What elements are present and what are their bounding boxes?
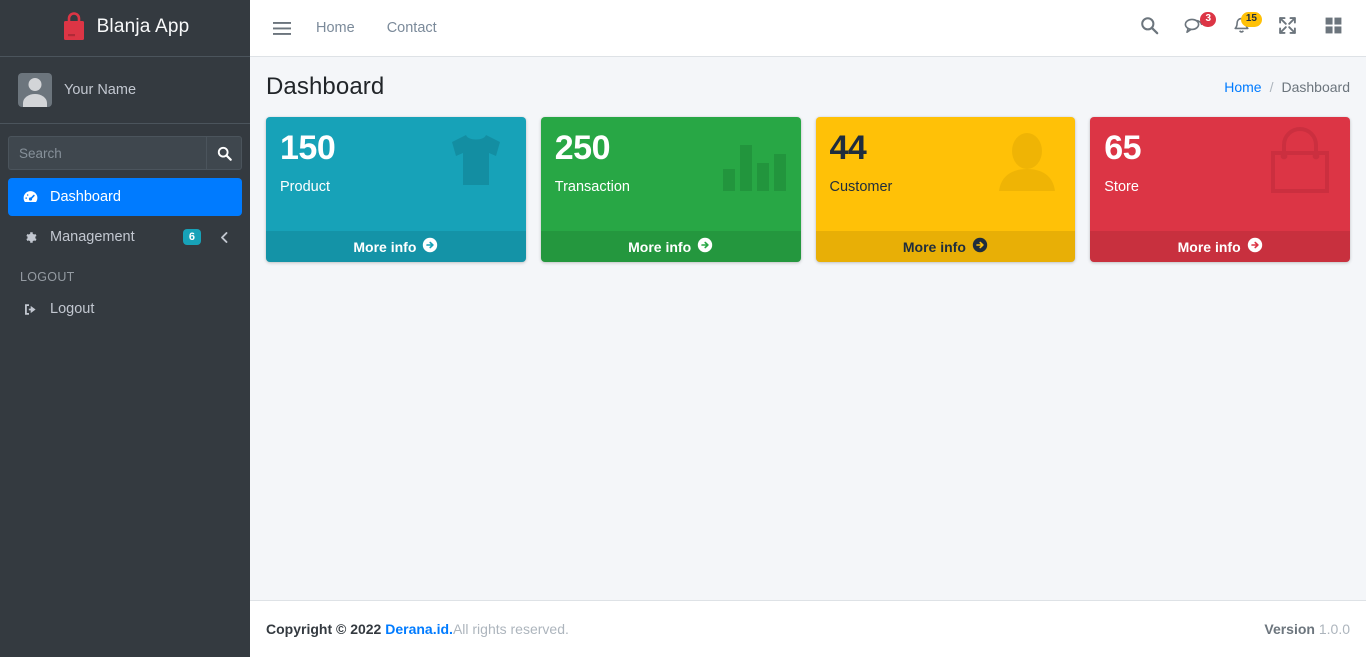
circle-arrow-right-icon: [422, 237, 438, 256]
stat-card-store[interactable]: 65 Store More info: [1090, 117, 1350, 262]
footer-rights-text: All rights reserved.: [452, 621, 569, 637]
search-icon: [1140, 16, 1159, 40]
stat-card-body: 150 Product: [266, 117, 526, 231]
footer-version-number: 1.0.0: [1318, 621, 1350, 637]
notifications-count-badge: 15: [1240, 12, 1262, 27]
shopping-bag-icon: [61, 12, 87, 42]
topbar: Home Contact 3 15: [250, 0, 1366, 57]
topbar-notifications-button[interactable]: 15: [1224, 10, 1262, 46]
brand-title: Blanja App: [96, 16, 190, 37]
circle-arrow-right-icon: [1247, 237, 1263, 256]
page-footer: Copyright © 2022 Derana.id.All rights re…: [250, 600, 1366, 657]
breadcrumb: Home / Dashboard: [1224, 79, 1350, 95]
user-panel[interactable]: Your Name: [0, 57, 250, 124]
footer-copyright: Copyright © 2022 Derana.id.All rights re…: [266, 621, 569, 637]
sign-out-icon: [20, 301, 40, 318]
grid-squares-icon: [1324, 16, 1343, 40]
messages-count-badge: 3: [1200, 12, 1216, 27]
stat-card-body: 250 Transaction: [541, 117, 801, 231]
topbar-control-sidebar-button[interactable]: [1316, 10, 1350, 46]
sidebar-item-management[interactable]: Management 6: [8, 218, 242, 256]
bar-chart-icon: [719, 127, 789, 202]
tachometer-icon: [20, 189, 40, 206]
shopping-bag-icon: [1262, 127, 1338, 202]
app-root: Blanja App Your Name Search Dashboard Ma…: [0, 0, 1366, 657]
footer-version-label: Version: [1264, 621, 1315, 637]
search-submit-button[interactable]: [206, 136, 242, 170]
hamburger-menu-icon[interactable]: [264, 10, 300, 46]
more-info-link[interactable]: More info: [266, 231, 526, 262]
breadcrumb-current: Dashboard: [1281, 79, 1351, 95]
topnav-link-home[interactable]: Home: [300, 20, 371, 36]
gear-icon: [20, 229, 40, 246]
more-info-link[interactable]: More info: [540, 231, 801, 262]
topbar-fullscreen-button[interactable]: [1270, 10, 1304, 46]
expand-arrows-icon: [1278, 16, 1297, 40]
more-info-label: More info: [628, 238, 692, 255]
chevron-left-icon[interactable]: [219, 231, 230, 244]
footer-company-link[interactable]: Derana.id.: [385, 621, 453, 637]
sidebar-item-logout[interactable]: Logout: [8, 290, 242, 328]
main-area: Home Contact 3 15 Dashboard Home / Dashb…: [250, 0, 1366, 657]
stat-card-body: 44 Customer: [816, 117, 1076, 231]
user-name: Your Name: [64, 82, 137, 98]
sidebar-item-label: Management: [50, 229, 135, 245]
more-info-label: More info: [1177, 238, 1241, 255]
content-header: Dashboard Home / Dashboard: [250, 57, 1366, 109]
stat-card-customer[interactable]: 44 Customer More info: [815, 117, 1076, 262]
tshirt-icon: [438, 127, 514, 202]
sidebar-item-label: Dashboard: [50, 189, 121, 205]
content-area: Dashboard Home / Dashboard 150 Product M…: [250, 57, 1366, 600]
stat-cards-row: 150 Product More info 250 Transaction Mo…: [250, 109, 1366, 262]
sidebar-nav: Dashboard Management 6 LOGOUT Logout: [0, 178, 250, 328]
sidebar-item-dashboard[interactable]: Dashboard: [8, 178, 242, 216]
search-input[interactable]: [8, 136, 206, 170]
sidebar-search[interactable]: [8, 136, 242, 170]
user-icon: [991, 127, 1063, 202]
more-info-link[interactable]: More info: [815, 231, 1076, 262]
status-badge: 6: [182, 228, 201, 246]
brand-header[interactable]: Blanja App: [0, 0, 250, 57]
stat-card-product[interactable]: 150 Product More info: [266, 117, 526, 262]
breadcrumb-separator: /: [1269, 79, 1274, 95]
topbar-right: 3 15: [1132, 10, 1350, 46]
sidebar: Blanja App Your Name Search Dashboard Ma…: [0, 0, 250, 657]
search-icon: [217, 146, 232, 161]
topnav-link-contact[interactable]: Contact: [371, 20, 453, 36]
circle-arrow-right-icon: [972, 237, 988, 256]
breadcrumb-home[interactable]: Home: [1224, 79, 1261, 95]
stat-card-body: 65 Store: [1090, 117, 1350, 231]
topbar-left: Home Contact: [264, 10, 453, 46]
topbar-messages-button[interactable]: 3: [1178, 10, 1216, 46]
more-info-label: More info: [902, 238, 966, 255]
topbar-search-button[interactable]: [1132, 10, 1166, 46]
circle-arrow-right-icon: [697, 237, 713, 256]
sidebar-section-header: LOGOUT: [20, 270, 75, 284]
page-title: Dashboard: [266, 73, 385, 100]
stat-card-transaction[interactable]: 250 Transaction More info: [540, 117, 801, 262]
footer-version: Version 1.0.0: [1264, 621, 1350, 637]
more-info-label: More info: [353, 238, 417, 255]
footer-copyright-prefix: Copyright © 2022: [266, 621, 386, 637]
sidebar-item-label: Logout: [50, 301, 95, 317]
avatar: [18, 73, 52, 107]
more-info-link[interactable]: More info: [1090, 231, 1350, 262]
